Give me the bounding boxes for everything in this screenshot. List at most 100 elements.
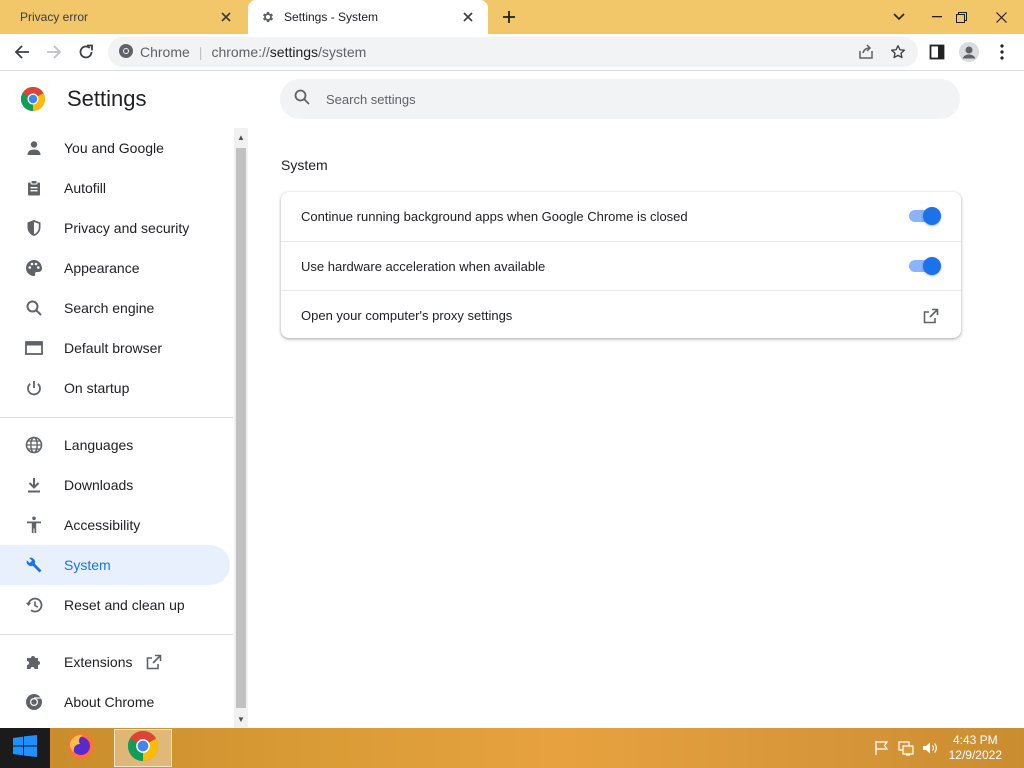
sidebar-divider [0, 417, 233, 418]
sidebar-item-label: About Chrome [64, 694, 155, 710]
sidebar-item-label: Privacy and security [64, 220, 190, 236]
clock-time: 4:43 PM [952, 733, 998, 747]
sidebar-item-search-engine[interactable]: Search engine [0, 288, 230, 328]
search-settings-box[interactable] [280, 79, 960, 119]
sidebar-divider [0, 634, 233, 635]
close-window-button[interactable] [984, 0, 1018, 34]
setting-label: Use hardware acceleration when available [301, 258, 546, 274]
chrome-icon [127, 730, 159, 766]
setting-label: Continue running background apps when Go… [301, 209, 688, 224]
sidebar-item-label: Appearance [64, 260, 140, 276]
puzzle-icon [24, 652, 44, 672]
sidebar-item-about-chrome[interactable]: About Chrome [0, 682, 230, 722]
sidebar-item-label: Search engine [64, 300, 155, 316]
scrollbar-thumb[interactable] [236, 148, 246, 708]
power-icon [24, 378, 44, 398]
chrome-site-icon[interactable] [118, 43, 134, 62]
share-icon[interactable] [852, 38, 880, 66]
shield-icon [24, 218, 44, 238]
bookmark-star-icon[interactable] [884, 38, 912, 66]
windows-taskbar: 4:43 PM 12/9/2022 [0, 728, 1024, 768]
sidebar-item-you-and-google[interactable]: You and Google [0, 128, 230, 168]
sidebar-item-extensions[interactable]: Extensions [0, 642, 230, 682]
system-settings-card: Continue running background apps when Go… [281, 192, 961, 338]
tab-privacy-error[interactable]: Privacy error [0, 0, 246, 34]
firefox-taskbar-button[interactable] [56, 728, 106, 768]
windows-logo-icon [13, 734, 37, 762]
sidebar-item-label: Default browser [64, 340, 163, 356]
history-icon [24, 595, 44, 615]
person-icon [24, 138, 44, 158]
sidebar-scrollbar[interactable]: ▲ ▼ [234, 128, 248, 728]
url-path: /system [318, 44, 367, 60]
sidebar-item-privacy-and-security[interactable]: Privacy and security [0, 208, 230, 248]
firefox-icon [66, 731, 96, 766]
background-apps-row[interactable]: Continue running background apps when Go… [281, 192, 961, 241]
toggle-knob [923, 207, 941, 225]
volume-icon[interactable] [922, 728, 938, 768]
section-title: System [281, 157, 328, 173]
palette-icon [24, 258, 44, 278]
setting-label: Open your computer's proxy settings [301, 307, 513, 323]
chrome-logo-icon [20, 86, 46, 111]
gear-icon [260, 9, 276, 25]
hardware-acceleration-toggle[interactable] [909, 257, 941, 275]
sidebar-item-reset-and-clean-up[interactable]: Reset and clean up [0, 585, 230, 625]
sidebar-item-appearance[interactable]: Appearance [0, 248, 230, 288]
sidebar-item-label: Accessibility [64, 517, 141, 533]
kebab-menu-icon[interactable] [988, 38, 1016, 66]
sidebar-item-downloads[interactable]: Downloads [0, 465, 230, 505]
globe-icon [24, 435, 44, 455]
new-tab-button[interactable] [496, 4, 522, 30]
sidebar-item-label: Downloads [64, 477, 134, 493]
sidebar-item-label: Autofill [64, 180, 107, 196]
search-input[interactable] [326, 91, 926, 107]
profile-avatar-icon[interactable] [955, 38, 983, 66]
reload-icon[interactable] [72, 38, 100, 66]
forward-arrow-icon[interactable] [40, 38, 68, 66]
page-title: Settings [67, 86, 147, 111]
background-apps-toggle[interactable] [909, 207, 941, 225]
proxy-settings-row[interactable]: Open your computer's proxy settings [281, 290, 961, 339]
toggle-knob [923, 257, 941, 275]
network-icon[interactable] [898, 728, 914, 768]
back-arrow-icon[interactable] [8, 38, 36, 66]
chrome-taskbar-button[interactable] [114, 729, 172, 767]
search-icon [294, 89, 310, 110]
accessibility-icon [24, 515, 44, 535]
close-tab-icon[interactable] [212, 3, 240, 31]
sidebar-item-autofill[interactable]: Autofill [0, 168, 230, 208]
start-button[interactable] [0, 728, 50, 768]
sidebar-item-label: Reset and clean up [64, 597, 185, 613]
sidebar-item-system[interactable]: System [0, 545, 230, 585]
sidebar-item-label: On startup [64, 380, 130, 396]
tab-settings-system[interactable]: Settings - System [248, 0, 488, 34]
chrome-icon [24, 692, 44, 712]
tab-title: Settings - System [284, 10, 379, 24]
close-tab-icon[interactable] [454, 3, 482, 31]
sidebar-item-on-startup[interactable]: On startup [0, 368, 230, 408]
sidebar-item-label: Languages [64, 437, 134, 453]
sidebar-item-languages[interactable]: Languages [0, 425, 230, 465]
wrench-icon [24, 555, 44, 575]
clock-date: 12/9/2022 [948, 748, 1002, 762]
action-center-flag-icon[interactable] [874, 728, 890, 768]
browser-icon [24, 338, 44, 358]
side-panel-icon[interactable] [923, 38, 951, 66]
restore-button[interactable] [944, 0, 978, 34]
sidebar-item-accessibility[interactable]: Accessibility [0, 505, 230, 545]
address-bar[interactable]: Chrome | chrome://settings/system [108, 37, 918, 67]
url-text: chrome://settings/system [211, 44, 366, 60]
taskbar-clock[interactable]: 4:43 PM 12/9/2022 [949, 733, 1002, 763]
url-host: settings [269, 44, 319, 60]
tab-search-chevron-icon[interactable] [882, 0, 916, 34]
sidebar-item-default-browser[interactable]: Default browser [0, 328, 230, 368]
scroll-up-arrow-icon[interactable]: ▲ [234, 130, 248, 144]
omnibox-separator: | [198, 44, 203, 60]
hardware-acceleration-row[interactable]: Use hardware acceleration when available [281, 241, 961, 290]
external-link-icon[interactable] [921, 306, 941, 326]
tab-strip: Privacy error Settings - System [0, 0, 1024, 34]
search-icon [24, 298, 44, 318]
scroll-down-arrow-icon[interactable]: ▼ [234, 712, 248, 726]
settings-sidebar: You and Google Autofill Privacy and secu… [0, 128, 233, 728]
